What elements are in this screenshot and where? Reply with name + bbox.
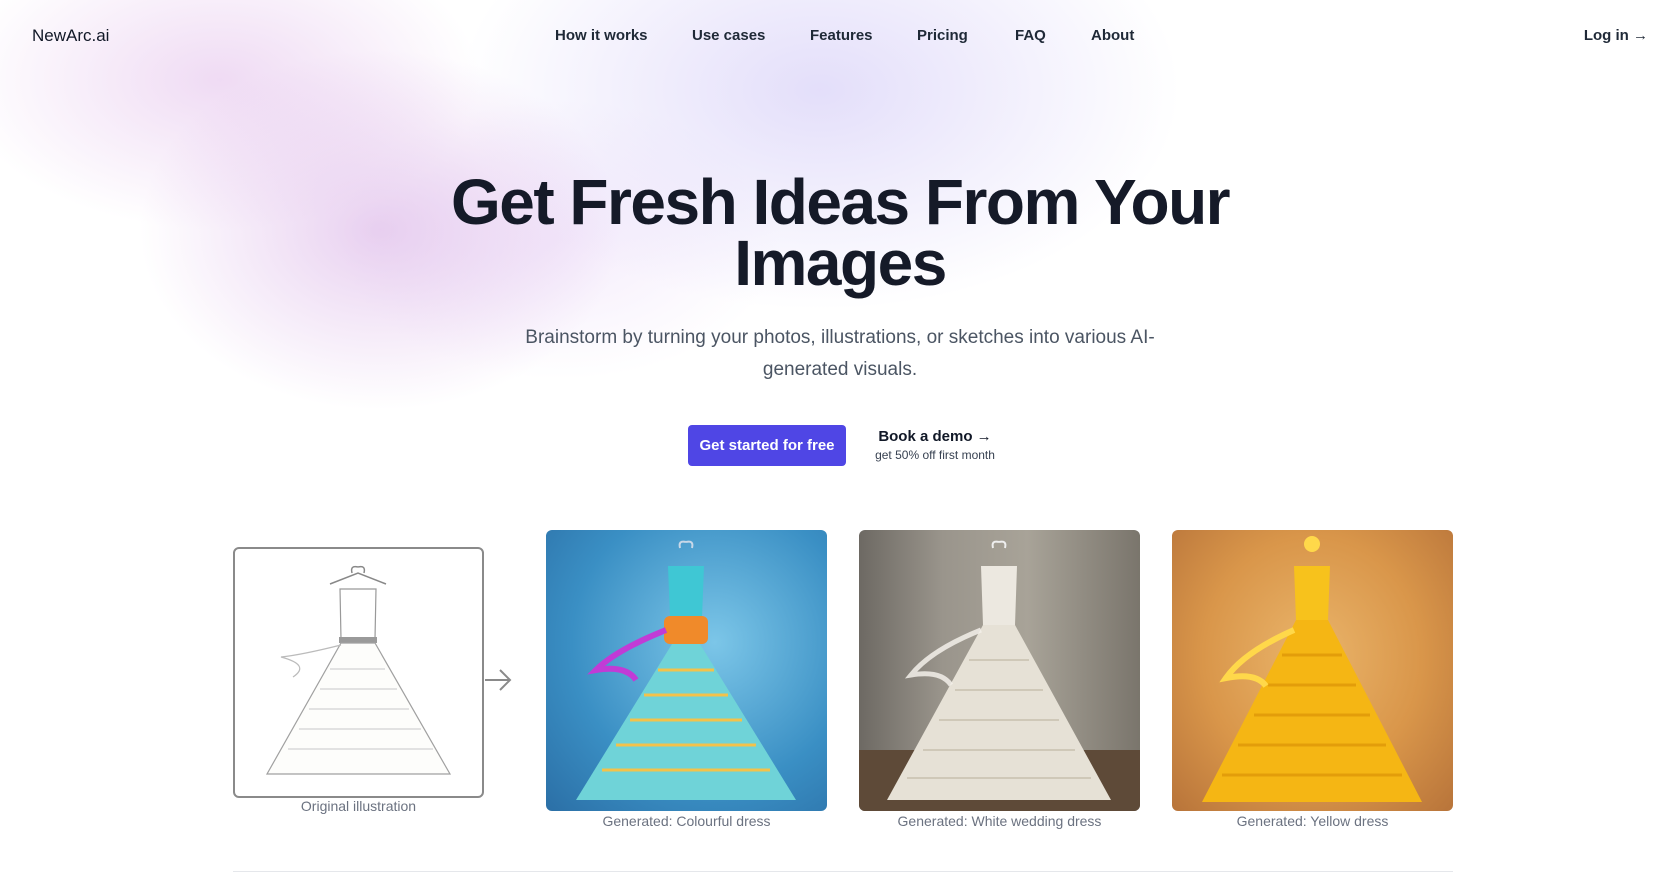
generated-caption-3: Generated: Yellow dress xyxy=(1236,813,1389,829)
nav-link-about[interactable]: About xyxy=(1091,27,1134,44)
hero-title: Get Fresh Ideas From Your Images xyxy=(450,166,1231,299)
nav-links: How it works Use cases Features Pricing … xyxy=(0,27,1680,49)
dress-image-white xyxy=(859,540,1140,811)
sketch-dress-image xyxy=(265,565,452,775)
generated-image-yellow-dress[interactable] xyxy=(1172,530,1453,811)
book-demo-label: Book a demo → xyxy=(878,428,992,445)
section-divider xyxy=(233,871,1453,872)
dress-image-colourful xyxy=(576,540,796,800)
login-link[interactable]: Log in → xyxy=(1584,27,1648,44)
original-illustration xyxy=(233,547,484,798)
generated-caption-1: Generated: Colourful dress xyxy=(602,813,771,829)
dress-image-yellow xyxy=(1202,536,1422,802)
arrow-right-icon xyxy=(485,669,512,691)
book-demo-link[interactable]: Book a demo → get 50% off first month xyxy=(870,428,1000,462)
hero-subtitle: Brainstorm by turning your photos, illus… xyxy=(525,327,1155,380)
generated-image-white-wedding-dress[interactable] xyxy=(859,530,1140,811)
nav-link-how-it-works[interactable]: How it works xyxy=(555,27,648,44)
nav-link-faq[interactable]: FAQ xyxy=(1015,27,1046,44)
nav-link-features[interactable]: Features xyxy=(810,27,873,44)
generated-caption-2: Generated: White wedding dress xyxy=(897,813,1102,829)
original-caption: Original illustration xyxy=(300,798,417,814)
book-demo-note: get 50% off first month xyxy=(875,448,995,462)
top-nav: NewArc.ai How it works Use cases Feature… xyxy=(0,0,1680,72)
nav-link-pricing[interactable]: Pricing xyxy=(917,27,968,44)
nav-link-use-cases[interactable]: Use cases xyxy=(692,27,765,44)
generated-image-colourful-dress[interactable] xyxy=(546,530,827,811)
get-started-button[interactable]: Get started for free xyxy=(688,425,846,466)
